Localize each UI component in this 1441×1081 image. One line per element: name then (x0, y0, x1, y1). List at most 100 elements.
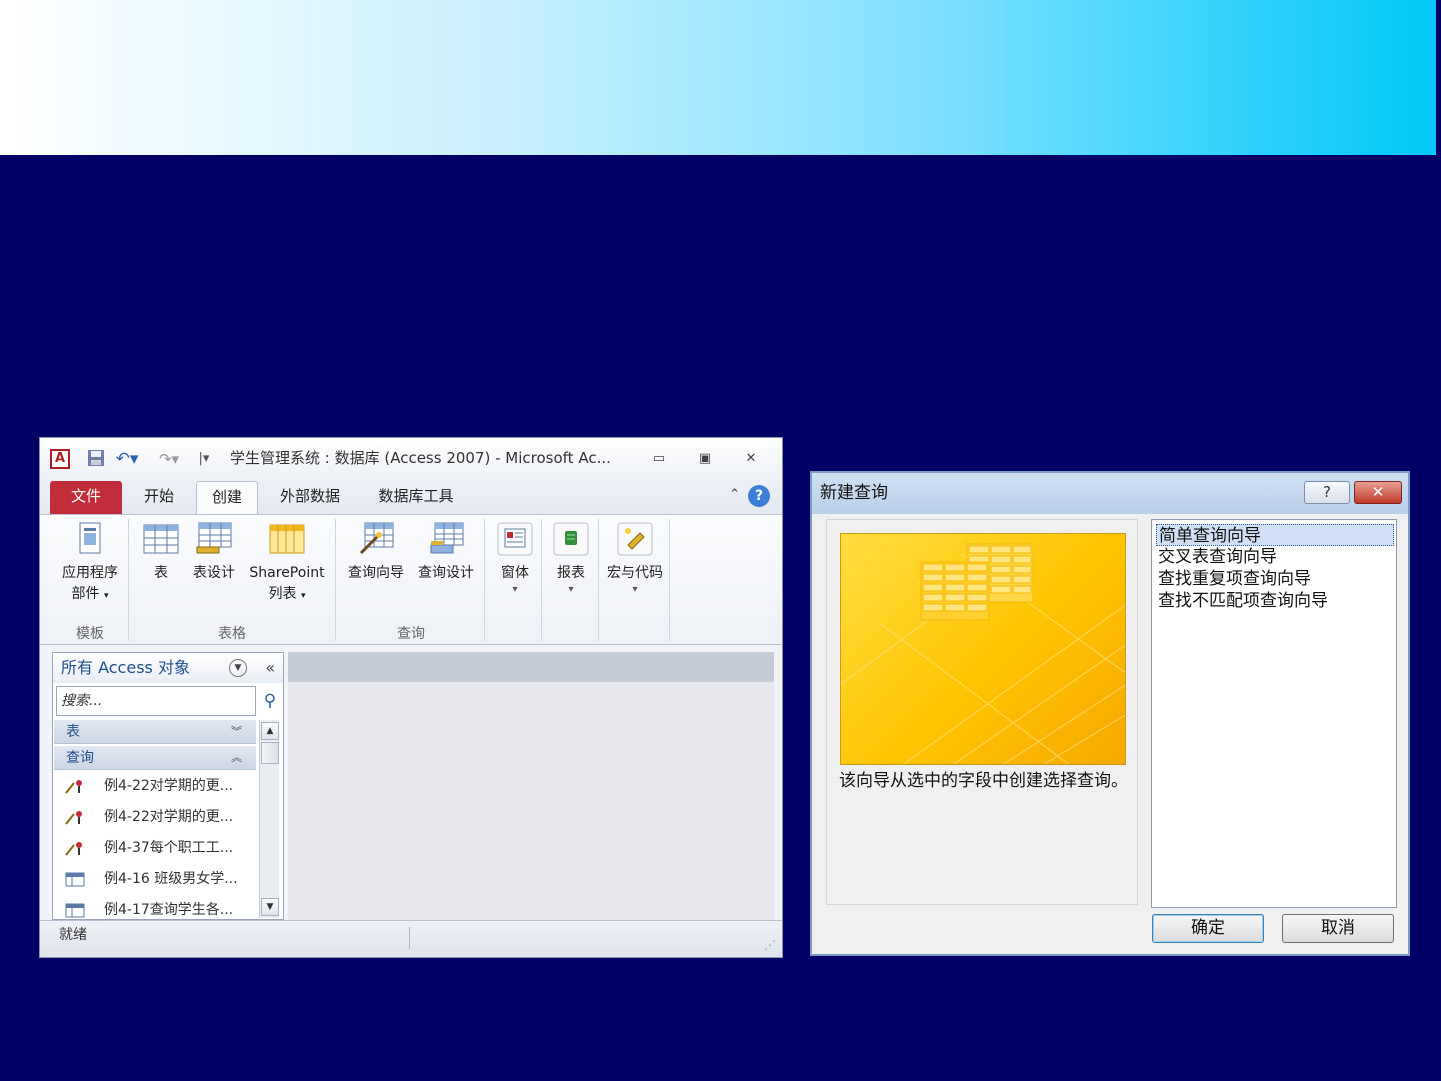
report-label: 报表 (557, 565, 585, 581)
tab-file[interactable]: 文件 (50, 481, 122, 514)
window-title: 学生管理系统 : 数据库 (Access 2007) - Microsoft A… (230, 449, 611, 467)
update-query-icon (65, 811, 82, 825)
collapse-ribbon-icon[interactable]: ⌃ (729, 487, 740, 502)
scroll-up-icon[interactable]: ▲ (261, 722, 279, 740)
wizard-preview-panel: 该向导从选中的字段中创建选择查询。 (826, 519, 1138, 905)
wizard-options-list[interactable]: 简单查询向导 交叉表查询向导 查找重复项查询向导 查找不匹配项查询向导 (1151, 519, 1397, 908)
minimize-button[interactable]: ▭ (648, 450, 670, 468)
navigation-pane: 所有 Access 对象 ▼ « 搜索... ⚲ 表 ︾ 查询 ︽ 例4-22对… (52, 652, 284, 920)
macros-code-label: 宏与代码 (607, 565, 663, 581)
ok-button[interactable]: 确定 (1152, 914, 1264, 943)
list-item[interactable]: 例4-37每个职工工... (54, 833, 256, 864)
group-separator (484, 519, 485, 641)
table-label: 表 (154, 565, 168, 581)
tab-external-data[interactable]: 外部数据 (268, 481, 352, 514)
scroll-thumb[interactable] (261, 742, 279, 764)
option-simple-query-wizard[interactable]: 简单查询向导 (1156, 524, 1394, 546)
table-button[interactable]: 表 (138, 521, 184, 584)
list-item[interactable]: 例4-16 班级男女学... (54, 864, 256, 895)
application-parts-button[interactable]: 应用程序 部件 ▾ (52, 521, 128, 607)
option-find-duplicates-wizard[interactable]: 查找重复项查询向导 (1156, 568, 1394, 590)
report-button[interactable]: 报表 ▾ (548, 521, 594, 596)
form-icon (497, 522, 533, 556)
expand-group-icon: ︾ (231, 725, 242, 738)
nav-scrollbar[interactable]: ▲ ▼ (259, 720, 279, 918)
nav-group-queries[interactable]: 查询 ︽ (54, 746, 256, 770)
maximize-button[interactable]: ▣ (694, 450, 716, 468)
collapse-nav-pane-icon[interactable]: « (265, 653, 275, 683)
nav-search-input[interactable]: 搜索... (56, 686, 256, 716)
application-parts-label-1: 应用程序 (62, 565, 118, 581)
tab-database-tools[interactable]: 数据库工具 (366, 481, 466, 514)
nav-group-tables[interactable]: 表 ︾ (54, 720, 256, 744)
help-icon[interactable]: ? (748, 485, 770, 507)
select-query-icon (65, 872, 85, 887)
select-query-icon (65, 903, 85, 918)
query-wizard-icon (359, 522, 394, 555)
tab-home[interactable]: 开始 (132, 481, 186, 514)
ribbon-create: 应用程序 部件 ▾ 模板 表 表设计 SharePoint 列表 ▾ 表格 查询… (40, 514, 782, 645)
title-bar: A ↶▾ ↷▾ |▾ 学生管理系统 : 数据库 (Access 2007) - … (40, 438, 782, 478)
scroll-down-icon[interactable]: ▼ (261, 898, 279, 916)
sharepoint-label-2: 列表 (268, 586, 297, 602)
group-separator (335, 519, 336, 641)
dialog-help-button[interactable]: ? (1304, 481, 1350, 504)
nav-group-tables-label: 表 (66, 724, 80, 740)
form-label: 窗体 (501, 565, 529, 581)
form-button[interactable]: 窗体 ▾ (492, 521, 538, 596)
customize-quick-access-icon[interactable]: |▾ (190, 449, 218, 469)
wizard-preview-image (840, 533, 1126, 765)
macro-icon (617, 522, 653, 556)
group-label-tables: 表格 (218, 626, 246, 642)
access-window: A ↶▾ ↷▾ |▾ 学生管理系统 : 数据库 (Access 2007) - … (39, 437, 783, 958)
document-work-area (288, 652, 774, 920)
save-icon[interactable] (86, 449, 106, 469)
table-design-icon (196, 522, 232, 554)
list-item-label: 例4-16 班级男女学... (104, 871, 238, 887)
list-item-label: 例4-17查询学生各... (104, 902, 234, 918)
nav-pane-header[interactable]: 所有 Access 对象 ▼ « (53, 653, 283, 683)
cancel-button[interactable]: 取消 (1282, 914, 1394, 943)
query-design-icon (430, 522, 464, 554)
access-logo-icon: A (50, 449, 70, 469)
list-item[interactable]: 例4-22对学期的更... (54, 802, 256, 833)
macros-code-button[interactable]: 宏与代码 ▾ (602, 521, 668, 596)
top-gradient-banner (0, 0, 1436, 155)
table-design-button[interactable]: 表设计 (188, 521, 240, 584)
group-separator (598, 519, 599, 641)
query-wizard-button[interactable]: 查询向导 (342, 521, 410, 584)
query-grid-illustration-icon (841, 543, 1125, 764)
query-design-button[interactable]: 查询设计 (412, 521, 480, 584)
search-icon[interactable]: ⚲ (259, 689, 281, 713)
nav-pane-title: 所有 Access 对象 (61, 658, 190, 677)
close-button[interactable]: ✕ (740, 450, 762, 468)
application-parts-icon (79, 522, 101, 554)
option-crosstab-query-wizard[interactable]: 交叉表查询向导 (1156, 546, 1394, 568)
redo-icon[interactable]: ↷▾ (154, 449, 184, 469)
query-design-label: 查询设计 (418, 565, 474, 581)
list-item-label: 例4-37每个职工工... (104, 840, 234, 856)
status-separator (409, 927, 410, 949)
application-parts-label-2: 部件 (71, 586, 100, 602)
undo-icon[interactable]: ↶▾ (114, 449, 140, 469)
update-query-icon (65, 842, 82, 856)
new-query-dialog: 新建查询 ? ✕ 该向导从选中的字段中创建选择查询。 简单查询向导 交叉表查询向… (810, 471, 1410, 956)
group-separator (669, 519, 670, 641)
list-item[interactable]: 例4-17查询学生各... (54, 895, 256, 919)
dialog-close-button[interactable]: ✕ (1354, 481, 1402, 504)
list-item[interactable]: 例4-22对学期的更... (54, 771, 256, 802)
query-wizard-label: 查询向导 (348, 565, 404, 581)
sharepoint-list-icon (269, 524, 305, 554)
table-icon (143, 524, 179, 554)
nav-menu-dropdown-icon[interactable]: ▼ (229, 659, 247, 677)
list-item-label: 例4-22对学期的更... (104, 809, 234, 825)
sharepoint-lists-button[interactable]: SharePoint 列表 ▾ (244, 521, 330, 607)
table-design-label: 表设计 (193, 565, 235, 581)
status-bar: 就绪 ⋰ (40, 920, 782, 957)
group-label-queries: 查询 (397, 626, 425, 642)
option-find-unmatched-wizard[interactable]: 查找不匹配项查询向导 (1156, 590, 1394, 612)
resize-grip-icon[interactable]: ⋰ (764, 931, 776, 959)
update-query-icon (65, 780, 82, 794)
group-separator (541, 519, 542, 641)
tab-create[interactable]: 创建 (196, 481, 258, 514)
